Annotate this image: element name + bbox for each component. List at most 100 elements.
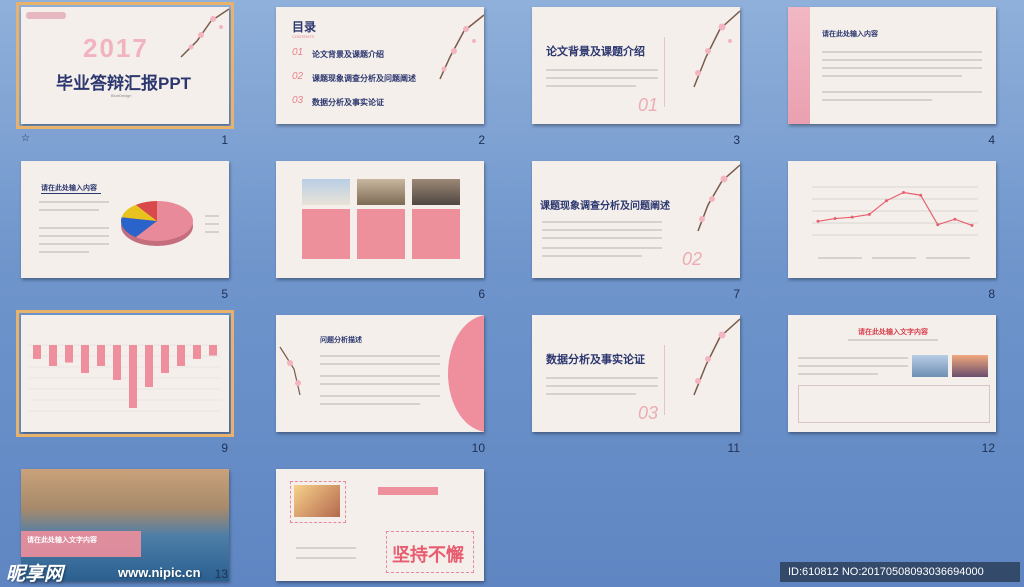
legend-line xyxy=(205,231,219,233)
slide-thumbnail-1[interactable]: 2017 毕业答辩汇报PPT BlueDesign xyxy=(16,2,234,129)
text-line xyxy=(39,227,109,229)
legend-line xyxy=(205,215,219,217)
slide-title: 毕业答辩汇报PPT xyxy=(56,74,192,93)
slide-title: 坚持不懈 xyxy=(392,545,464,565)
text-line xyxy=(320,363,440,365)
watermark-logo: 昵享网 xyxy=(6,564,64,585)
blossom-branch-illustration xyxy=(697,164,740,232)
bar xyxy=(145,345,153,387)
slide-thumbnail-3[interactable]: 论文背景及课题介绍 01 xyxy=(532,7,740,124)
text-line xyxy=(798,373,878,375)
text-line xyxy=(872,257,916,259)
bar xyxy=(49,345,57,366)
text-card-2 xyxy=(357,209,405,259)
slide-number-13: 13 xyxy=(214,567,228,581)
slide-number-8: 8 xyxy=(988,287,995,301)
data-point xyxy=(816,219,820,223)
text-line xyxy=(542,221,662,223)
text-card-1 xyxy=(302,209,350,259)
blossom-branch-illustration xyxy=(180,8,229,58)
pie-chart xyxy=(121,201,193,246)
watermark-url: www.nipic.cn xyxy=(118,565,201,580)
slide-thumbnail-4[interactable]: 请在此处输入内容 xyxy=(788,7,996,124)
series-line xyxy=(817,191,973,226)
text-line xyxy=(296,547,356,549)
slide-thumbnail-7[interactable]: 课题现象调查分析及问题阐述 02 xyxy=(532,161,740,278)
data-point xyxy=(833,217,837,221)
text-line xyxy=(546,393,636,395)
text-line xyxy=(39,235,109,237)
bar xyxy=(33,345,41,359)
slide-number-9: 9 xyxy=(221,441,228,455)
slide-thumbnail-8[interactable] xyxy=(788,161,996,278)
text-line xyxy=(542,237,662,239)
text-line xyxy=(39,209,99,211)
bar xyxy=(65,345,73,363)
photo-harbor xyxy=(912,355,948,377)
slide-thumbnail-12[interactable]: 请在此处输入文字内容 xyxy=(788,315,996,432)
bar xyxy=(129,345,137,408)
bar xyxy=(81,345,89,373)
slide-thumbnail-2[interactable]: 目录 CONTENTS 01 论文背景及课题介绍 02 课题现象调查分析及问题阐… xyxy=(276,7,484,124)
text-line xyxy=(320,375,440,377)
watermark-id: ID:610812 NO:20170508093036694000 xyxy=(780,562,1020,582)
slide-number-10: 10 xyxy=(471,441,485,455)
section-number: 02 xyxy=(682,249,703,269)
data-point xyxy=(936,223,940,227)
text-line xyxy=(822,75,962,77)
bar-chart xyxy=(29,344,221,412)
bar xyxy=(177,345,185,366)
slide-thumbnail-11[interactable]: 数据分析及事实论证 03 xyxy=(532,315,740,432)
text-line xyxy=(320,403,420,405)
toc-item-1: 论文背景及课题介绍 xyxy=(312,50,384,59)
slide-title: 数据分析及事实论证 xyxy=(546,354,645,366)
text-line xyxy=(822,99,932,101)
blossom-branch-illustration xyxy=(439,14,484,80)
data-point xyxy=(884,199,888,203)
data-point xyxy=(953,217,957,221)
slide-title: 目录 xyxy=(292,20,317,34)
info-table-box xyxy=(798,385,990,423)
header-bar xyxy=(378,487,438,495)
slide-transition-icon[interactable]: ☆ xyxy=(21,133,30,144)
bar xyxy=(209,345,217,356)
slide-thumbnail-5[interactable]: 请在此处输入内容 xyxy=(21,161,229,278)
text-line xyxy=(39,243,109,245)
data-point xyxy=(867,212,871,216)
blossom-branch-illustration xyxy=(279,346,301,396)
slide-year: 2017 xyxy=(83,33,149,63)
slide-title: 论文背景及课题介绍 xyxy=(546,46,645,58)
slide-thumbnail-14[interactable]: 坚持不懈 xyxy=(276,469,484,581)
text-line xyxy=(320,395,440,397)
text-line xyxy=(39,251,89,253)
bar xyxy=(113,345,121,380)
slide-number-6: 6 xyxy=(478,287,485,301)
slide-number-7: 7 xyxy=(733,287,740,301)
text-line xyxy=(926,257,970,259)
toc-item-3: 数据分析及事实论证 xyxy=(312,98,384,107)
data-point xyxy=(902,190,906,194)
school-logo xyxy=(26,12,66,19)
slide-thumbnail-10[interactable]: 问题分析描述 xyxy=(276,315,484,432)
slide-thumbnail-6[interactable] xyxy=(276,161,484,278)
text-line xyxy=(542,247,662,249)
section-number: 03 xyxy=(638,403,659,423)
bar xyxy=(97,345,105,366)
bar xyxy=(161,345,169,373)
text-line xyxy=(546,69,658,71)
text-line xyxy=(818,257,862,259)
slide-number-1: 1 xyxy=(221,133,228,147)
text-line xyxy=(798,357,908,359)
photo-street xyxy=(412,179,460,205)
slide-number-5: 5 xyxy=(221,287,228,301)
text-line xyxy=(546,385,658,387)
slide-thumbnail-9[interactable] xyxy=(16,310,234,437)
text-line xyxy=(39,201,109,203)
title-underline xyxy=(41,193,101,194)
text-line xyxy=(542,229,662,231)
photo-airplane xyxy=(302,179,350,205)
blossom-branch-illustration xyxy=(693,318,740,396)
divider xyxy=(664,345,665,415)
text-line xyxy=(296,557,356,559)
photo-sunglasses-woman xyxy=(294,485,340,517)
